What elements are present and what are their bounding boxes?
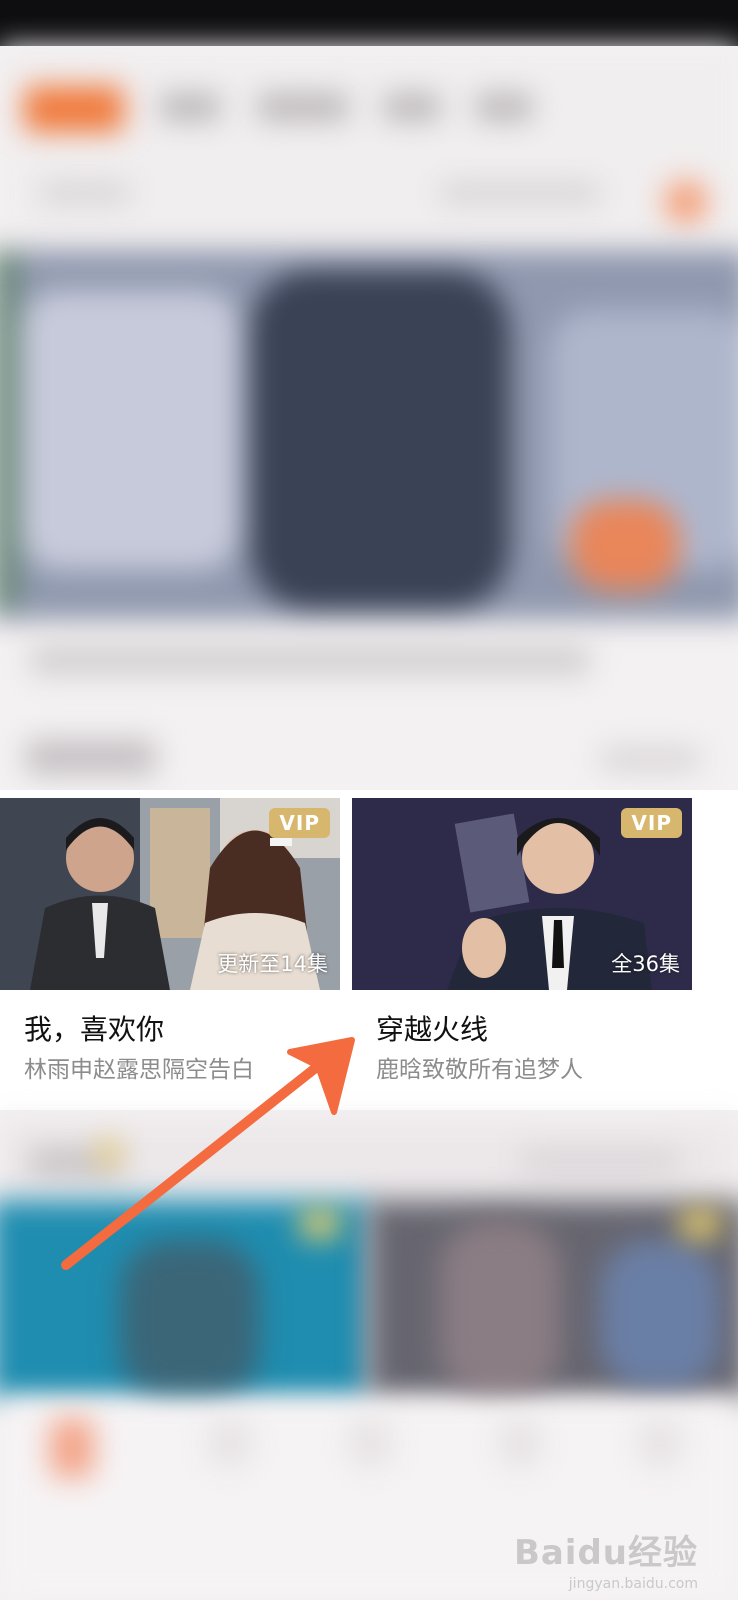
video-thumbnail[interactable]: VIP 全36集	[352, 798, 692, 990]
tab-icon[interactable]	[350, 1420, 390, 1466]
watermark: Baidu经验 jingyan.baidu.com	[514, 1525, 698, 1592]
thumbnail-figure	[600, 1240, 720, 1390]
top-nav-blurred	[0, 46, 738, 256]
vip-badge: VIP	[269, 808, 330, 838]
section-more-blurred[interactable]	[600, 748, 700, 770]
episode-count: 更新至14集	[217, 952, 328, 976]
tab-icon[interactable]	[500, 1420, 540, 1466]
status-bar	[0, 0, 738, 46]
video-title[interactable]: 穿越火线	[376, 1008, 488, 1048]
video-subtitle: 鹿晗致敬所有追梦人	[376, 1057, 583, 1083]
badge-blurred	[680, 1210, 720, 1238]
channel-tab[interactable]	[384, 94, 440, 120]
watermark-url: jingyan.baidu.com	[568, 1576, 698, 1592]
search-icon[interactable]	[664, 180, 708, 224]
video-thumbnail[interactable]: VIP 更新至14集	[0, 798, 340, 990]
video-subtitle: 林雨申赵露思隔空告白	[24, 1057, 254, 1083]
vip-badge: VIP	[621, 808, 682, 838]
section-title-blurred	[26, 740, 156, 774]
section-more-blurred[interactable]	[520, 1150, 680, 1172]
channel-tab[interactable]	[258, 94, 348, 120]
hero-banner-blurred[interactable]	[0, 250, 738, 620]
recommend-strip: VIP 更新至14集 我，喜欢你 林雨申赵露思隔空告白 VIP 全36集 穿越火…	[0, 790, 738, 1110]
channel-tab-active[interactable]	[24, 86, 124, 132]
home-tab-icon[interactable]	[50, 1418, 94, 1478]
tab-icon[interactable]	[210, 1420, 250, 1466]
channel-tab[interactable]	[160, 94, 220, 120]
badge-blurred	[300, 1210, 340, 1238]
sub-nav-item[interactable]	[440, 184, 600, 202]
section-icon-blurred	[96, 1140, 122, 1166]
video-title[interactable]: 我，喜欢你	[24, 1008, 164, 1048]
episode-count: 全36集	[611, 952, 680, 976]
thumbnail-figure	[440, 1220, 560, 1400]
channel-tab[interactable]	[476, 94, 532, 120]
banner-caption-blurred	[30, 645, 590, 675]
watermark-logo: Baidu经验	[513, 1533, 698, 1573]
tab-icon[interactable]	[640, 1420, 680, 1466]
thumbnail-figure	[120, 1240, 260, 1400]
sub-nav-item[interactable]	[40, 184, 130, 202]
